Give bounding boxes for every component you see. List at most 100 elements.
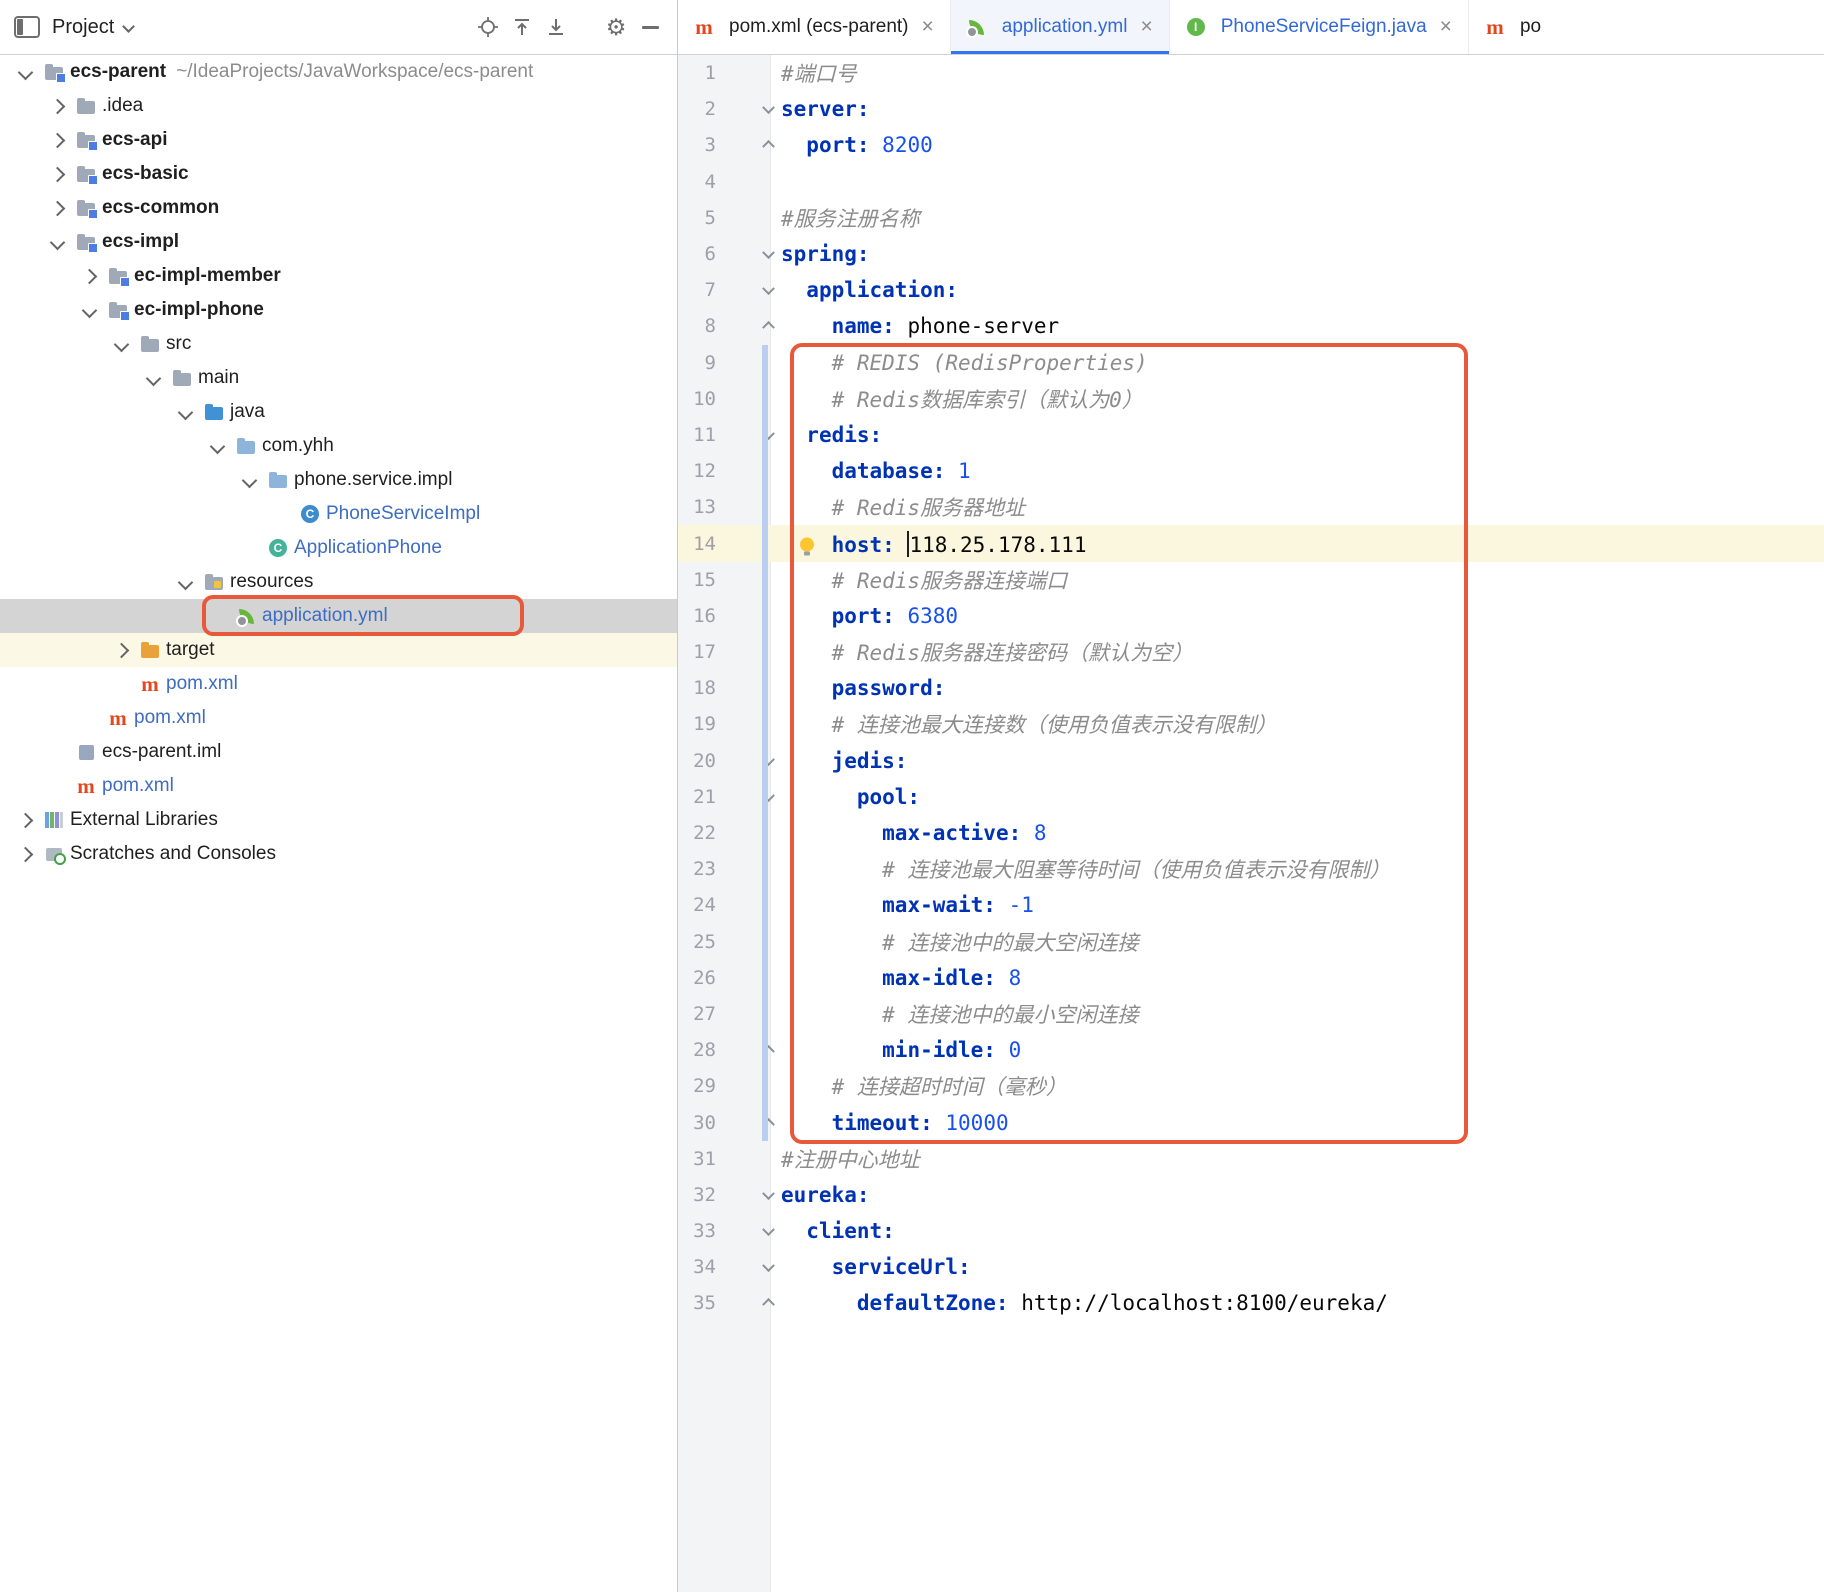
line-number[interactable]: 20 xyxy=(678,750,716,772)
line-number[interactable]: 18 xyxy=(678,677,716,699)
code-line[interactable]: 10 # Redis数据库索引（默认为0） xyxy=(678,381,1824,417)
code-line[interactable]: 29 # 连接超时时间（毫秒） xyxy=(678,1068,1824,1104)
line-number[interactable]: 28 xyxy=(678,1039,716,1061)
collapse-all-icon[interactable] xyxy=(509,14,535,40)
editor-body[interactable]: 1 #端口号 2 server: 3 port: 8200 4 5 #服务注册名称 6 sprin… xyxy=(678,55,1824,1592)
line-number[interactable]: 3 xyxy=(678,134,716,156)
code-line[interactable]: 5 #服务注册名称 xyxy=(678,200,1824,236)
line-number[interactable]: 8 xyxy=(678,315,716,337)
code-line[interactable]: 8 name: phone-server xyxy=(678,308,1824,344)
code-text[interactable]: max-wait: -1 xyxy=(781,893,1034,917)
tab-application-yml[interactable]: application.yml × xyxy=(950,0,1170,54)
line-number[interactable]: 11 xyxy=(678,424,716,446)
code-line[interactable]: 20 jedis: xyxy=(678,743,1824,779)
tree-item-target[interactable]: target xyxy=(0,633,677,667)
line-number[interactable]: 27 xyxy=(678,1003,716,1025)
code-line[interactable]: 2 server: xyxy=(678,91,1824,127)
project-view-title[interactable]: Project xyxy=(52,16,114,39)
tree-item-scratches-and-consoles[interactable]: Scratches and Consoles xyxy=(0,837,677,871)
code-line[interactable]: 26 max-idle: 8 xyxy=(678,960,1824,996)
line-number[interactable]: 21 xyxy=(678,786,716,808)
code-line[interactable]: 27 # 连接池中的最小空闲连接 xyxy=(678,996,1824,1032)
code-line[interactable]: 4 xyxy=(678,164,1824,200)
code-line[interactable]: 3 port: 8200 xyxy=(678,127,1824,163)
settings-icon[interactable]: ⚙ xyxy=(603,14,629,40)
code-line[interactable]: 30 timeout: 10000 xyxy=(678,1104,1824,1140)
code-text[interactable]: name: phone-server xyxy=(781,314,1060,338)
chevron-expanded-icon[interactable] xyxy=(12,64,44,80)
fold-collapse-icon[interactable] xyxy=(762,1187,775,1200)
line-number[interactable]: 17 xyxy=(678,641,716,663)
chevron-expanded-icon[interactable] xyxy=(236,472,268,488)
fold-collapse-icon[interactable] xyxy=(762,101,775,115)
tree-item-com-yhh[interactable]: com.yhh xyxy=(0,429,677,463)
line-number[interactable]: 22 xyxy=(678,822,716,844)
code-text[interactable]: jedis: xyxy=(781,749,908,773)
chevron-expanded-icon[interactable] xyxy=(44,234,76,250)
tree-item-main[interactable]: main xyxy=(0,361,677,395)
close-tab-icon[interactable]: × xyxy=(922,16,934,37)
tree-item-src[interactable]: src xyxy=(0,327,677,361)
intention-bulb-icon[interactable] xyxy=(800,537,814,556)
code-text[interactable]: server: xyxy=(781,97,870,121)
line-number[interactable]: 35 xyxy=(678,1292,716,1314)
line-number[interactable]: 13 xyxy=(678,496,716,518)
code-line[interactable]: 1 #端口号 xyxy=(678,55,1824,91)
tree-item-ecs-parent[interactable]: ecs-parent ~/IdeaProjects/JavaWorkspace/e… xyxy=(0,55,677,89)
code-text[interactable]: database: 1 xyxy=(781,459,971,483)
line-number[interactable]: 12 xyxy=(678,460,716,482)
line-number[interactable]: 33 xyxy=(678,1220,716,1242)
code-line[interactable]: 6 spring: xyxy=(678,236,1824,272)
chevron-collapsed-icon[interactable] xyxy=(12,812,44,828)
chevron-collapsed-icon[interactable] xyxy=(108,642,140,658)
code-text[interactable]: #端口号 xyxy=(781,58,857,88)
code-text[interactable]: min-idle: 0 xyxy=(781,1038,1021,1062)
line-number[interactable]: 25 xyxy=(678,931,716,953)
code-text[interactable]: # 连接池中的最大空闲连接 xyxy=(781,927,1138,957)
tab-po[interactable]: m po xyxy=(1469,0,1579,54)
code-text[interactable]: port: 6380 xyxy=(781,604,958,628)
line-number[interactable]: 24 xyxy=(678,894,716,916)
tree-item-pom-xml[interactable]: m pom.xml xyxy=(0,769,677,803)
chevron-collapsed-icon[interactable] xyxy=(44,166,76,182)
code-text[interactable]: eureka: xyxy=(781,1183,870,1207)
code-line[interactable]: 19 # 连接池最大连接数（使用负值表示没有限制） xyxy=(678,706,1824,742)
tree-item-applicationphone[interactable]: C ApplicationPhone xyxy=(0,531,677,565)
code-text[interactable]: #服务注册名称 xyxy=(781,203,920,233)
chevron-expanded-icon[interactable] xyxy=(140,370,172,386)
tree-item-external-libraries[interactable]: External Libraries xyxy=(0,803,677,837)
line-number[interactable]: 1 xyxy=(678,62,716,84)
code-text[interactable]: password: xyxy=(781,676,946,700)
tab-phoneservicefeign-java[interactable]: I PhoneServiceFeign.java × xyxy=(1170,0,1469,54)
tree-item-ecs-impl[interactable]: ecs-impl xyxy=(0,225,677,259)
code-line[interactable]: 17 # Redis服务器连接密码（默认为空） xyxy=(678,634,1824,670)
line-number[interactable]: 29 xyxy=(678,1075,716,1097)
line-number[interactable]: 34 xyxy=(678,1256,716,1278)
tree-item-resources[interactable]: resources xyxy=(0,565,677,599)
code-text[interactable]: # 连接池中的最小空闲连接 xyxy=(781,999,1138,1029)
tree-item-application-yml[interactable]: application.yml xyxy=(0,599,677,633)
code-line[interactable]: 34 serviceUrl: xyxy=(678,1249,1824,1285)
close-tab-icon[interactable]: × xyxy=(1140,16,1152,37)
code-text[interactable]: client: xyxy=(781,1219,895,1243)
line-number[interactable]: 31 xyxy=(678,1148,716,1170)
tree-item-pom-xml[interactable]: m pom.xml xyxy=(0,701,677,735)
chevron-collapsed-icon[interactable] xyxy=(12,846,44,862)
tree-item-ecs-parent-iml[interactable]: ecs-parent.iml xyxy=(0,735,677,769)
code-text[interactable]: pool: xyxy=(781,785,920,809)
line-number[interactable]: 6 xyxy=(678,243,716,265)
chevron-expanded-icon[interactable] xyxy=(108,336,140,352)
chevron-collapsed-icon[interactable] xyxy=(44,132,76,148)
code-text[interactable]: #注册中心地址 xyxy=(781,1144,920,1174)
code-line[interactable]: 7 application: xyxy=(678,272,1824,308)
code-text[interactable]: redis: xyxy=(781,423,882,447)
code-text[interactable]: # 连接超时时间（毫秒） xyxy=(781,1071,1067,1101)
code-line[interactable]: 32 eureka: xyxy=(678,1177,1824,1213)
code-text[interactable]: serviceUrl: xyxy=(781,1255,971,1279)
chevron-down-icon[interactable] xyxy=(122,19,136,33)
code-line[interactable]: 22 max-active: 8 xyxy=(678,815,1824,851)
code-text[interactable]: # Redis数据库索引（默认为0） xyxy=(781,384,1143,414)
code-text[interactable]: host: 118.25.178.111 xyxy=(781,530,1086,557)
close-tab-icon[interactable]: × xyxy=(1440,16,1452,37)
chevron-collapsed-icon[interactable] xyxy=(76,268,108,284)
